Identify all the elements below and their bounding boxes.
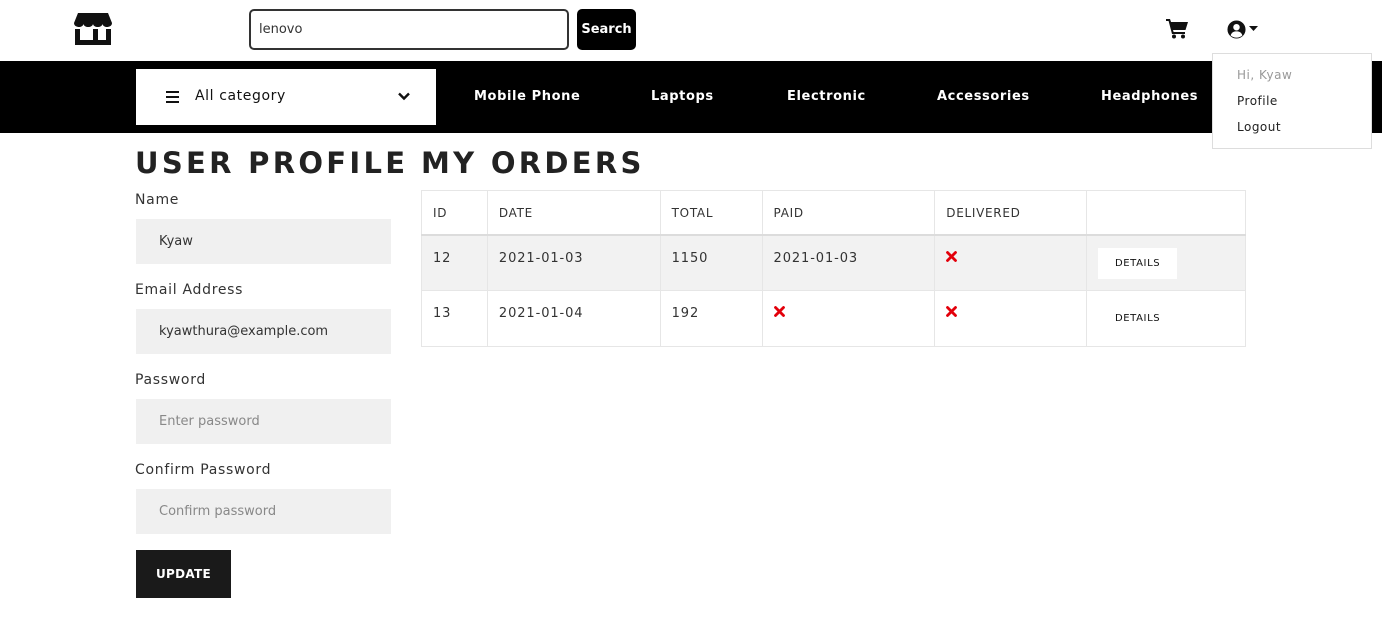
confirm-password-label: Confirm Password	[135, 462, 272, 478]
confirm-password-field[interactable]	[136, 489, 391, 534]
category-navbar: All category Mobile Phone Laptops Electr…	[0, 61, 1382, 133]
profile-title: USER PROFILE	[135, 146, 409, 180]
nav-link-mobile-phone[interactable]: Mobile Phone	[474, 89, 580, 104]
column-header-delivered: DELIVERED	[934, 190, 1088, 236]
order-total: 192	[659, 290, 763, 347]
order-actions: DETAILS	[1086, 290, 1246, 347]
store-icon[interactable]	[74, 13, 112, 45]
column-header-total: TOTAL	[659, 190, 763, 236]
order-delivered	[934, 290, 1088, 347]
user-menu-toggle[interactable]	[1227, 19, 1259, 39]
column-header-actions	[1086, 190, 1246, 236]
table-row: 12 2021-01-03 1150 2021-01-03 DETAILS	[421, 234, 1246, 291]
order-paid: 2021-01-03	[761, 234, 936, 291]
orders-table: ID DATE TOTAL PAID DELIVERED 12 2021-01-…	[421, 190, 1246, 347]
nav-link-accessories[interactable]: Accessories	[937, 89, 1030, 104]
menu-item-logout[interactable]: Logout	[1237, 120, 1281, 134]
search-button[interactable]: Search	[577, 9, 636, 50]
x-mark-icon	[946, 306, 958, 317]
menu-item-profile[interactable]: Profile	[1237, 94, 1278, 108]
nav-link-laptops[interactable]: Laptops	[651, 89, 714, 104]
name-field[interactable]	[136, 219, 391, 264]
column-header-date: DATE	[486, 190, 661, 236]
order-date: 2021-01-03	[486, 234, 661, 291]
search-input[interactable]	[249, 9, 569, 50]
user-greeting: Hi, Kyaw	[1237, 68, 1293, 82]
order-total: 1150	[659, 234, 763, 291]
shopping-cart-icon[interactable]	[1166, 19, 1188, 39]
email-label: Email Address	[135, 282, 244, 298]
x-mark-icon	[773, 306, 785, 317]
table-row: 13 2021-01-04 192 DETAILS	[421, 290, 1246, 347]
order-delivered	[934, 234, 1088, 291]
user-dropdown-menu: Hi, Kyaw Profile Logout	[1212, 53, 1372, 149]
name-label: Name	[135, 192, 180, 208]
nav-link-electronic[interactable]: Electronic	[787, 89, 866, 104]
order-actions: DETAILS	[1086, 234, 1246, 291]
password-label: Password	[135, 372, 206, 388]
category-dropdown[interactable]: All category	[136, 69, 436, 125]
hamburger-menu-icon	[166, 91, 179, 103]
details-button[interactable]: DETAILS	[1098, 303, 1178, 334]
column-header-paid: PAID	[761, 190, 936, 236]
nav-link-headphones[interactable]: Headphones	[1101, 89, 1198, 104]
table-header-row: ID DATE TOTAL PAID DELIVERED	[421, 190, 1246, 236]
order-id: 13	[421, 290, 488, 347]
update-button[interactable]: UPDATE	[136, 550, 231, 598]
x-mark-icon	[946, 250, 958, 262]
chevron-down-icon	[398, 92, 410, 101]
category-label: All category	[195, 88, 286, 104]
column-header-id: ID	[421, 190, 488, 236]
order-paid	[761, 290, 936, 347]
caret-down-icon	[1249, 26, 1258, 31]
details-button[interactable]: DETAILS	[1098, 247, 1178, 279]
order-id: 12	[421, 234, 488, 291]
user-circle-icon	[1227, 19, 1246, 39]
password-field[interactable]	[136, 399, 391, 444]
top-header: Search	[0, 0, 1382, 61]
email-field[interactable]	[136, 309, 391, 354]
order-date: 2021-01-04	[486, 290, 661, 347]
orders-title: MY ORDERS	[421, 146, 645, 180]
